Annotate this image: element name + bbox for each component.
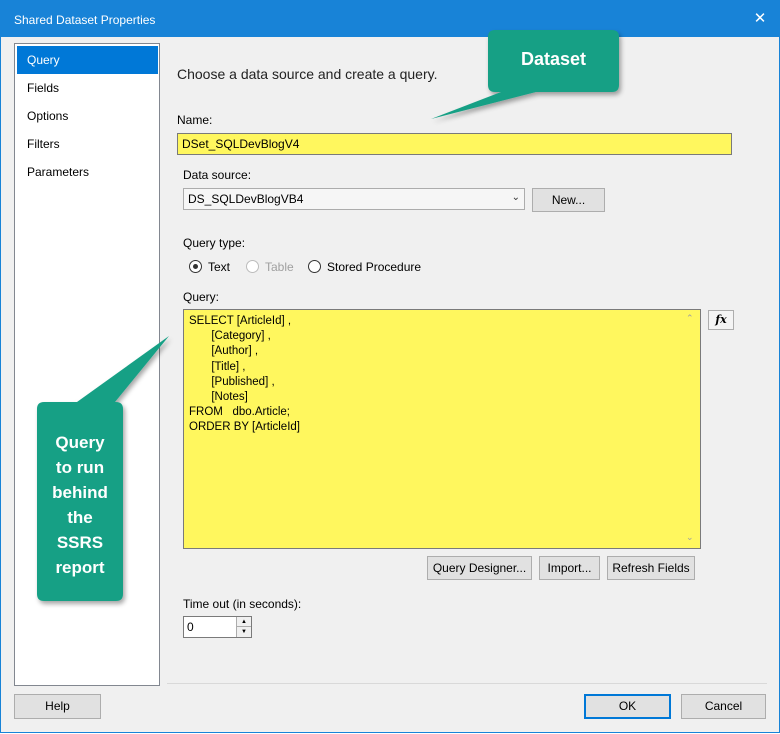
dialog-window: Shared Dataset Properties ✕ Query Fields…	[0, 0, 780, 733]
query-callout-line: the	[67, 508, 93, 527]
query-callout-line: SSRS	[56, 533, 104, 552]
query-callout-line: to run	[55, 458, 105, 477]
query-callout-text: Query to run behind the SSRS report	[37, 430, 123, 580]
dataset-callout-text: Dataset	[520, 49, 587, 69]
query-callout-line: Query	[55, 433, 105, 452]
query-callout-line: report	[55, 558, 105, 577]
callout-shapes	[37, 30, 619, 601]
dataset-callout	[431, 30, 619, 119]
query-callout-line: behind	[52, 483, 108, 502]
